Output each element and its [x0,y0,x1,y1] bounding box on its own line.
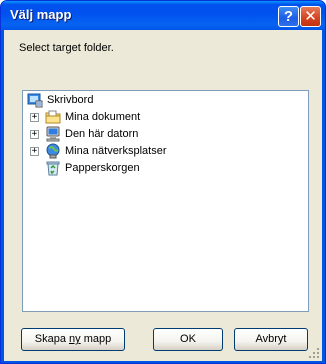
desktop-icon [27,93,43,108]
resize-grip-icon[interactable] [308,347,320,359]
button-label: mapp [80,333,112,345]
button-label-mnemonic: ny [69,333,81,345]
close-button[interactable]: ✕ [300,6,321,27]
help-button[interactable]: ? [278,6,299,27]
expand-icon[interactable]: + [30,113,39,122]
ok-button[interactable]: OK [153,328,223,351]
title-bar[interactable]: Välj mapp ? ✕ [1,1,325,30]
cancel-button[interactable]: Avbryt [234,328,308,351]
tree-node-label: Mina nätverksplatser [65,145,167,157]
tree-node-label: Den här datorn [65,128,139,140]
tree-node-label: Mina dokument [65,111,141,123]
expand-icon[interactable]: + [30,130,39,139]
expand-icon[interactable]: + [30,147,39,156]
dialog-body: Select target folder. Skrivbord + Mina d… [4,30,322,361]
network-places-icon [46,143,60,159]
documents-folder-icon [45,110,61,124]
tree-node-label: Skrivbord [47,94,94,106]
computer-icon [46,126,60,142]
recycle-bin-icon [46,161,60,176]
prompt-text: Select target folder. [19,42,114,54]
folder-picker-dialog: Välj mapp ? ✕ Select target folder. Skri… [0,0,326,364]
button-label: Skapa [34,333,70,345]
new-folder-button[interactable]: Skapa ny mapp [21,328,125,351]
window-title: Välj mapp [10,7,72,22]
folder-tree[interactable]: Skrivbord + Mina dokument + Den här dato… [22,90,309,312]
tree-node-label: Papperskorgen [65,162,140,174]
